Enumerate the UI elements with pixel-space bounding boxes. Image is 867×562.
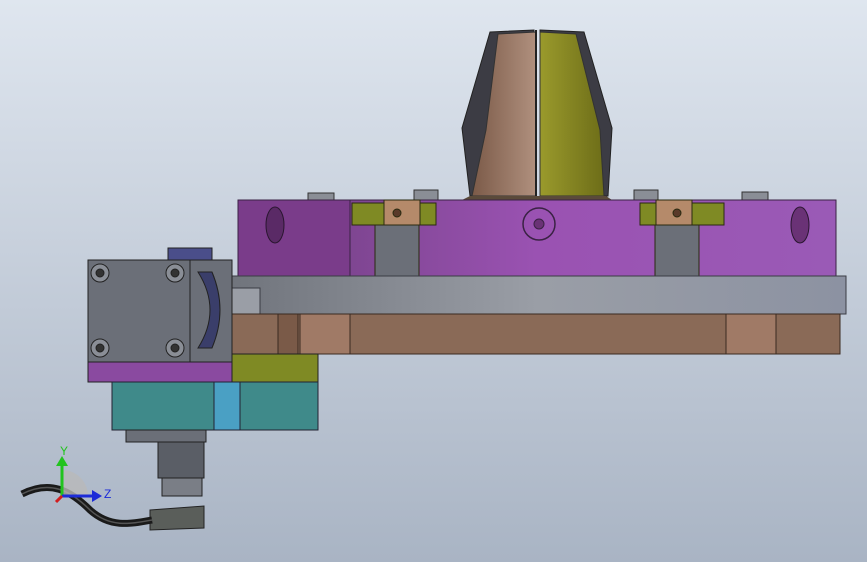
triad-z-label: Z (104, 487, 111, 501)
main-body[interactable] (237, 199, 837, 277)
cad-model-canvas[interactable]: Y Z (0, 0, 867, 562)
brown-base-plate[interactable] (231, 313, 841, 355)
cone-collet[interactable] (461, 29, 613, 200)
grey-ring-plate[interactable] (229, 275, 847, 315)
cad-viewport[interactable]: Y Z (0, 0, 867, 562)
ring-tab (229, 287, 261, 315)
teal-block[interactable] (111, 381, 319, 431)
triad-y-label: Y (60, 444, 68, 458)
